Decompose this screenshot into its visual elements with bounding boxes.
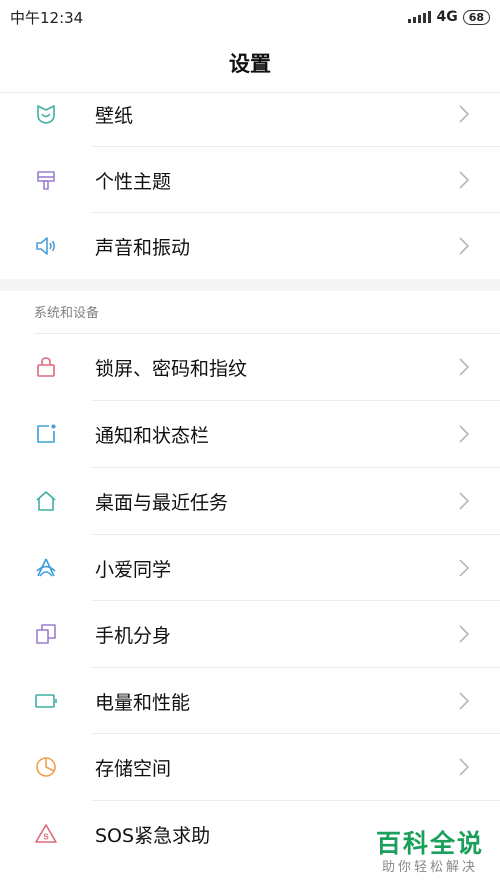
settings-item-storage[interactable]: 存储空间 — [0, 734, 500, 800]
wallpaper-icon — [34, 102, 58, 126]
settings-item-label: SOS紧急求助 — [95, 824, 211, 847]
notification-icon — [34, 422, 58, 446]
section-separator — [0, 279, 500, 291]
section-title: 系统和设备 — [34, 306, 100, 321]
settings-item-sound[interactable]: 声音和振动 — [0, 213, 500, 279]
network-type: 4G — [436, 9, 458, 25]
settings-item-label: 锁屏、密码和指纹 — [95, 357, 248, 380]
settings-item-label: 桌面与最近任务 — [95, 491, 229, 514]
chevron-right-icon — [459, 758, 470, 776]
chevron-right-icon — [459, 692, 470, 710]
settings-item-lock-screen[interactable]: 锁屏、密码和指纹 — [0, 334, 500, 400]
settings-item-label: 存储空间 — [95, 757, 172, 780]
settings-item-label: 声音和振动 — [95, 236, 191, 259]
storage-pie-icon — [34, 755, 58, 779]
chevron-right-icon — [459, 492, 470, 510]
chevron-right-icon — [459, 171, 470, 189]
theme-brush-icon — [34, 168, 58, 192]
chevron-right-icon — [459, 105, 470, 123]
chevron-right-icon — [459, 625, 470, 643]
settings-item-label: 手机分身 — [95, 624, 172, 647]
status-time: 中午12:34 — [10, 8, 84, 27]
settings-item-label: 个性主题 — [95, 170, 172, 193]
page-title: 设置 — [229, 52, 271, 76]
svg-text:S: S — [43, 833, 49, 842]
settings-item-wallpaper[interactable]: 壁纸 — [0, 81, 500, 147]
signal-icon — [408, 11, 432, 23]
chevron-right-icon — [459, 425, 470, 443]
home-icon — [34, 489, 58, 513]
settings-item-second-space[interactable]: 手机分身 — [0, 601, 500, 667]
settings-item-label: 小爱同学 — [95, 558, 172, 581]
sos-icon: S — [34, 822, 58, 846]
lock-icon — [34, 355, 58, 379]
battery-icon — [34, 689, 58, 713]
chevron-right-icon — [459, 358, 470, 376]
settings-item-xiaoai[interactable]: 小爱同学 — [0, 535, 500, 601]
battery-icon: 68 — [462, 9, 490, 25]
chevron-right-icon — [459, 237, 470, 255]
settings-item-label: 壁纸 — [95, 104, 134, 127]
settings-item-label: 通知和状态栏 — [95, 424, 210, 447]
status-bar: 中午12:34 4G 68 — [0, 0, 500, 34]
battery-level: 68 — [468, 10, 484, 24]
watermark-title: 百科全说 — [375, 829, 484, 858]
xiaoai-icon — [34, 556, 58, 580]
watermark-logo: 百科全说 助你轻松解决 — [376, 829, 484, 877]
speaker-icon — [34, 234, 58, 258]
settings-item-home-screen[interactable]: 桌面与最近任务 — [0, 468, 500, 534]
settings-item-theme[interactable]: 个性主题 — [0, 147, 500, 213]
status-indicators: 4G 68 — [408, 9, 490, 25]
settings-item-notifications[interactable]: 通知和状态栏 — [0, 401, 500, 467]
settings-item-label: 电量和性能 — [95, 691, 191, 714]
chevron-right-icon — [459, 559, 470, 577]
second-space-icon — [34, 622, 58, 646]
settings-item-battery[interactable]: 电量和性能 — [0, 668, 500, 734]
watermark-subtitle: 助你轻松解决 — [381, 860, 478, 875]
